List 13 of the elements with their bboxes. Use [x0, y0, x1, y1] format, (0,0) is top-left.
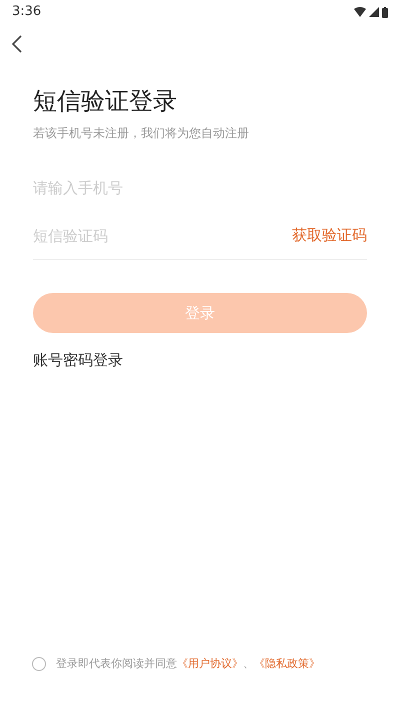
- signal-icon: [369, 7, 379, 17]
- battery-icon: [382, 6, 388, 18]
- wifi-icon: [354, 7, 366, 17]
- back-icon[interactable]: [10, 35, 24, 53]
- agree-checkbox[interactable]: [32, 656, 46, 671]
- status-time: 3:36: [12, 3, 42, 22]
- subtitle: 若该手机号未注册，我们将为您自动注册: [33, 125, 250, 142]
- password-login-link[interactable]: 账号密码登录: [33, 349, 123, 372]
- user-agreement-link[interactable]: 《用户协议》: [177, 656, 243, 670]
- agreement-text: 登录即代表你阅读并同意《用户协议》、《隐私政策》: [56, 656, 320, 672]
- page-title: 短信验证登录: [33, 86, 178, 117]
- privacy-policy-link[interactable]: 《隐私政策》: [254, 656, 320, 670]
- get-code-link[interactable]: 获取验证码: [292, 224, 367, 247]
